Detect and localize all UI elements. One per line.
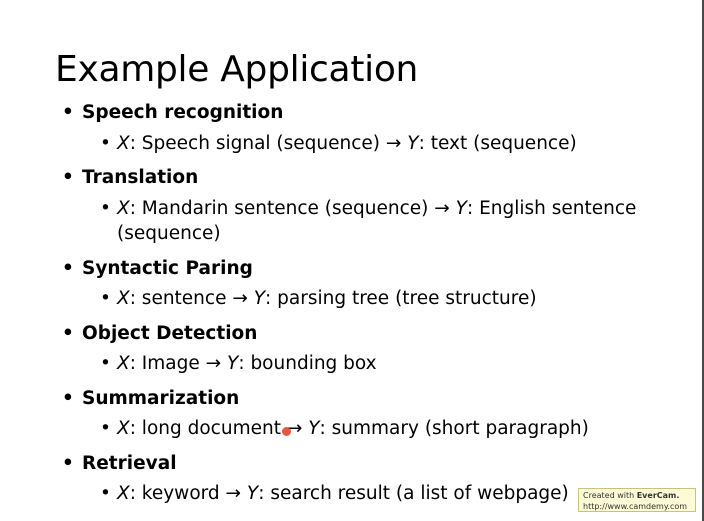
bullet-dot-icon: • <box>100 288 111 309</box>
bullet-heading: • Speech recognition <box>62 102 284 123</box>
bullet-heading: • Syntactic Paring <box>62 258 253 279</box>
bullet-dot-icon: • <box>62 258 74 279</box>
bullet-dot-icon: • <box>100 133 111 154</box>
bullet-heading: • Retrieval <box>62 453 177 474</box>
bullet-dot-icon: • <box>100 483 111 504</box>
bullet-heading: • Translation <box>62 167 199 188</box>
evercam-watermark: Created with EverCam. http://www.camdemy… <box>578 488 696 512</box>
bullet-dot-icon: • <box>100 198 111 219</box>
bullet-dot-icon: • <box>62 323 74 344</box>
sub-bullet: • X: Image → Y: bounding box <box>100 353 377 374</box>
bullet-dot-icon: • <box>62 388 74 409</box>
bullet-dot-icon: • <box>62 167 74 188</box>
bullet-list: • Speech recognition • X: Speech signal (s… <box>0 0 704 521</box>
bullet-dot-icon: • <box>62 453 74 474</box>
sub-bullet: • X: Speech signal (sequence) → Y: text (… <box>100 133 577 154</box>
sub-bullet: • X: long document → Y: summary (short pa… <box>100 418 589 439</box>
sub-bullet: • X: Mandarin sentence (sequence) → Y: En… <box>100 198 637 244</box>
bullet-dot-icon: • <box>62 102 74 123</box>
pointer-cursor-icon <box>282 427 291 436</box>
sub-bullet: • X: keyword → Y: search result (a list o… <box>100 483 569 504</box>
bullet-dot-icon: • <box>100 353 111 374</box>
sub-bullet: • X: sentence → Y: parsing tree (tree str… <box>100 288 537 309</box>
bullet-heading: • Object Detection <box>62 323 258 344</box>
bullet-dot-icon: • <box>100 418 111 439</box>
bullet-heading: • Summarization <box>62 388 240 409</box>
